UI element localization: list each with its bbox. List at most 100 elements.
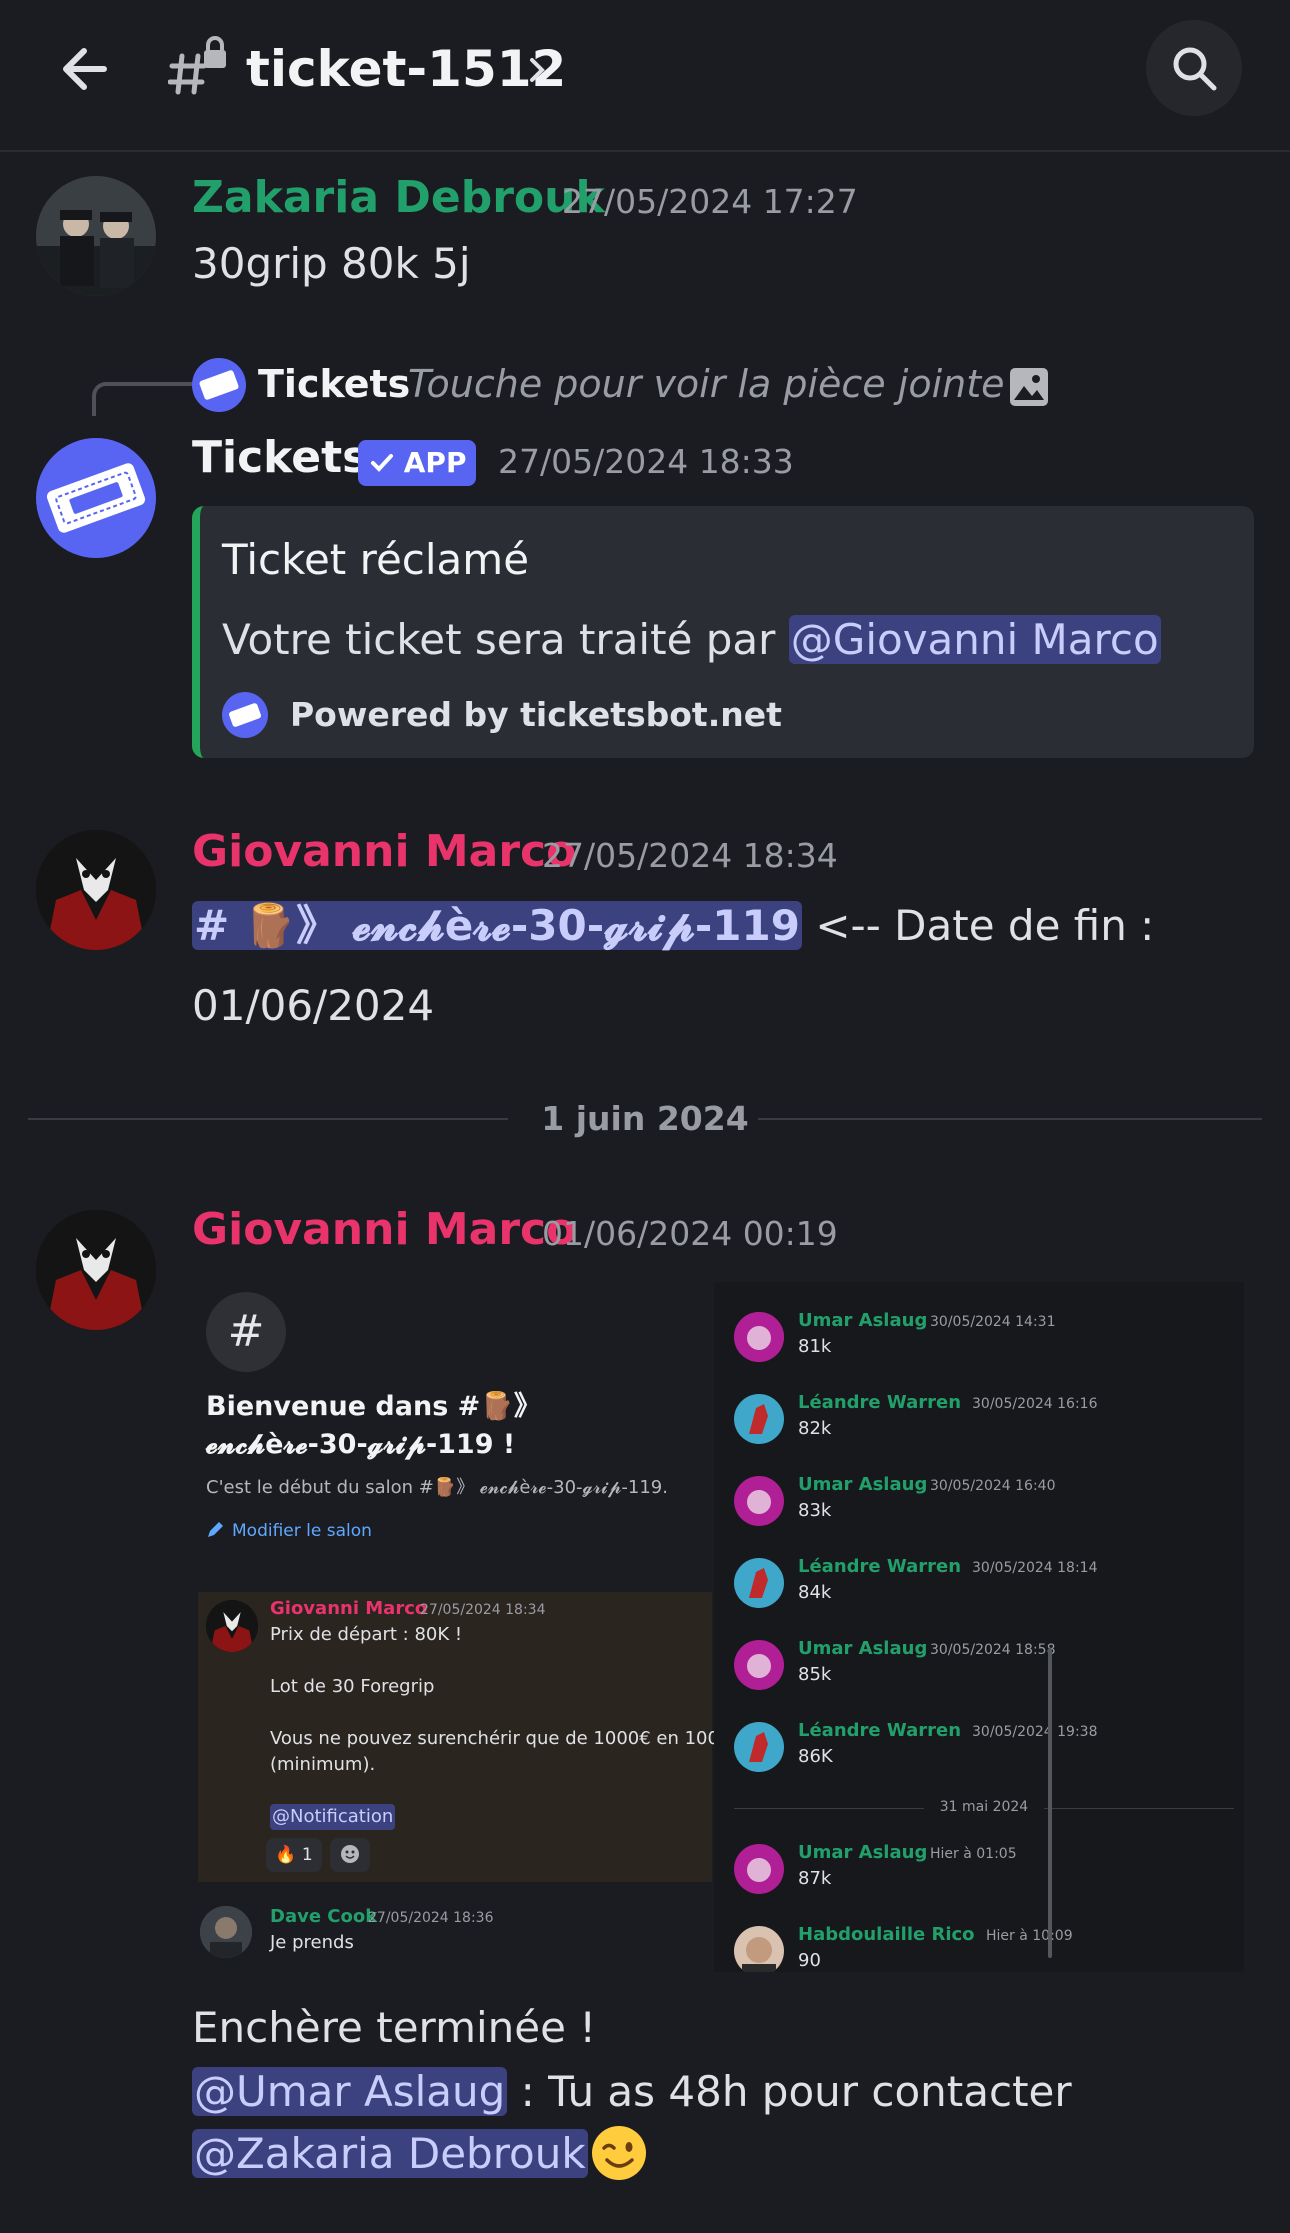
channel-mention[interactable]: # 🪵》 𝓮𝓷𝓬𝓱è𝓻𝓮-30-𝓰𝓻𝓲𝓹-119 bbox=[192, 901, 802, 950]
ticket-embed: Ticket réclamé Votre ticket sera traité … bbox=[192, 506, 1254, 758]
timestamp: 27/05/2024 17:27 bbox=[562, 182, 858, 221]
author-name[interactable]: Giovanni Marco bbox=[192, 1202, 576, 1258]
avatar-umar bbox=[734, 1844, 784, 1894]
search-button[interactable] bbox=[1146, 20, 1242, 116]
embed-footer-icon bbox=[222, 692, 268, 738]
bidder-name: Léandre Warren bbox=[798, 1556, 962, 1577]
reaction-fire: 🔥 1 bbox=[266, 1838, 322, 1872]
bidder-name: Habdoulaille Rico bbox=[798, 1924, 975, 1945]
user-mention[interactable]: @Zakaria Debrouk bbox=[192, 2129, 588, 2178]
bid-timestamp: 30/05/2024 19:38 bbox=[972, 1724, 1098, 1740]
inner-text: Lot de 30 Foregrip bbox=[270, 1676, 435, 1697]
search-icon bbox=[1173, 47, 1217, 91]
avatar-image bbox=[206, 1600, 258, 1652]
author-name[interactable]: Zakaria Debrouk bbox=[192, 170, 605, 226]
date-divider: 1 juin 2024 bbox=[541, 1099, 749, 1138]
user-mention[interactable]: @Umar Aslaug bbox=[192, 2067, 508, 2116]
reply-attachment-hint[interactable]: Touche pour voir la pièce jointe bbox=[408, 356, 1005, 412]
message-text: @Zakaria Debrouk bbox=[192, 2122, 588, 2186]
chevron-right-icon[interactable] bbox=[526, 50, 548, 90]
ticket-logo-icon bbox=[199, 370, 239, 400]
message-text: # 🪵》 𝓮𝓷𝓬𝓱è𝓻𝓮-30-𝓰𝓻𝓲𝓹-119 <-- Date de fin… bbox=[192, 894, 1252, 958]
embed-desc-text: Votre ticket sera traité par bbox=[222, 615, 789, 664]
timestamp: 27/05/2024 18:34 bbox=[542, 836, 838, 875]
avatar-umar bbox=[734, 1312, 784, 1362]
avatar-leandre bbox=[734, 1722, 784, 1772]
bid-timestamp: 30/05/2024 16:40 bbox=[930, 1478, 1056, 1494]
bid-value: 82k bbox=[798, 1418, 832, 1439]
welcome-subtitle: C'est le début du salon #🪵》 𝓮𝓷𝓬𝓱è𝓻𝓮-30-𝓰… bbox=[206, 1477, 668, 1498]
scrollbar bbox=[1048, 1648, 1052, 1958]
bid-timestamp: 30/05/2024 14:31 bbox=[930, 1314, 1056, 1330]
embed-title: Ticket réclamé bbox=[222, 535, 530, 584]
reaction-emoji: 🔥 bbox=[275, 1845, 297, 1865]
bid-value: 86K bbox=[798, 1746, 833, 1767]
bidder-name: Léandre Warren bbox=[798, 1720, 962, 1741]
app-badge: APP bbox=[358, 440, 476, 486]
hash-circle-icon: # bbox=[206, 1292, 286, 1372]
avatar-image bbox=[734, 1844, 784, 1894]
bid-timestamp: 30/05/2024 18:14 bbox=[972, 1560, 1098, 1576]
check-icon bbox=[371, 454, 393, 472]
inner-author: Giovanni Marco bbox=[270, 1598, 428, 1619]
avatar-image bbox=[734, 1722, 784, 1772]
bid-timestamp: 30/05/2024 18:58 bbox=[930, 1642, 1056, 1658]
notification-mention: @Notification bbox=[270, 1804, 396, 1830]
avatar-image bbox=[734, 1312, 784, 1362]
avatar-image bbox=[734, 1476, 784, 1526]
arrow-left-icon[interactable] bbox=[52, 36, 118, 102]
attachment-right-pane: Umar Aslaug 30/05/2024 14:31 81k Léandre… bbox=[714, 1282, 1244, 1972]
ticket-logo-icon bbox=[229, 703, 261, 727]
channel-header: ticket-1512 bbox=[0, 0, 1290, 152]
add-reaction bbox=[330, 1838, 370, 1872]
avatar-leandre bbox=[734, 1558, 784, 1608]
reply-author[interactable]: Tickets bbox=[258, 356, 410, 412]
pencil-icon bbox=[208, 1522, 223, 1537]
inner-timestamp: 27/05/2024 18:34 bbox=[420, 1602, 546, 1618]
ticket-logo-icon bbox=[46, 463, 146, 533]
avatar-image bbox=[734, 1926, 784, 1972]
user-mention[interactable]: @Giovanni Marco bbox=[788, 615, 1161, 664]
avatar-dave bbox=[200, 1906, 252, 1958]
bidder-name: Umar Aslaug bbox=[798, 1310, 928, 1331]
embed-description: Votre ticket sera traité par @Giovanni M… bbox=[222, 610, 1161, 670]
inner-timestamp: 27/05/2024 18:36 bbox=[368, 1910, 494, 1926]
bid-value: 85k bbox=[798, 1664, 832, 1685]
avatar-image bbox=[734, 1558, 784, 1608]
embed-footer: Powered by ticketsbot.net bbox=[290, 695, 782, 734]
image-attachment[interactable]: # Bienvenue dans #🪵》 𝓮𝓷𝓬𝓱è𝓻𝓮-30-𝓰𝓻𝓲𝓹-119… bbox=[192, 1282, 1244, 1972]
bidder-name: Umar Aslaug bbox=[798, 1474, 928, 1495]
avatar-leandre bbox=[734, 1394, 784, 1444]
modify-channel-link: Modifier le salon bbox=[206, 1518, 372, 1544]
modify-channel-label: Modifier le salon bbox=[232, 1521, 372, 1541]
avatar-image bbox=[200, 1906, 252, 1958]
author-name[interactable]: Giovanni Marco bbox=[192, 824, 576, 880]
message-text: Enchère terminée ! bbox=[192, 2003, 597, 2052]
avatar-image bbox=[36, 1210, 156, 1330]
avatar-giovanni[interactable] bbox=[36, 830, 156, 950]
attachment-left-pane: # Bienvenue dans #🪵》 𝓮𝓷𝓬𝓱è𝓻𝓮-30-𝓰𝓻𝓲𝓹-119… bbox=[192, 1282, 742, 1972]
bidder-name: Umar Aslaug bbox=[798, 1638, 928, 1659]
avatar-tickets[interactable] bbox=[36, 438, 156, 558]
avatar-giovanni[interactable] bbox=[36, 1210, 156, 1330]
message-suffix: <-- Date de fin : bbox=[801, 901, 1155, 950]
bid-timestamp: Hier à 10:09 bbox=[986, 1928, 1073, 1944]
wink-emoji-icon bbox=[592, 2126, 646, 2180]
avatar-umar bbox=[734, 1476, 784, 1526]
tickets-mini-avatar bbox=[192, 358, 246, 412]
author-name[interactable]: Tickets bbox=[192, 430, 368, 486]
inner-author: Dave Cook bbox=[270, 1906, 378, 1927]
bid-timestamp: Hier à 01:05 bbox=[930, 1846, 1017, 1862]
timestamp: 27/05/2024 18:33 bbox=[498, 442, 794, 481]
avatar-zakaria[interactable] bbox=[36, 176, 156, 296]
message-suffix: : Tu as 48h pour contacter bbox=[507, 2067, 1072, 2116]
bid-value: 83k bbox=[798, 1500, 832, 1521]
bid-value: 84k bbox=[798, 1582, 832, 1603]
smiley-icon bbox=[341, 1845, 359, 1863]
image-icon bbox=[1010, 368, 1048, 406]
channel-title[interactable]: ticket-1512 bbox=[246, 36, 566, 102]
inner-text: Prix de départ : 80K ! bbox=[270, 1624, 463, 1645]
date-divider-line bbox=[28, 1118, 508, 1120]
message-text-line2: 01/06/2024 bbox=[192, 981, 435, 1030]
avatar-image bbox=[734, 1640, 784, 1690]
